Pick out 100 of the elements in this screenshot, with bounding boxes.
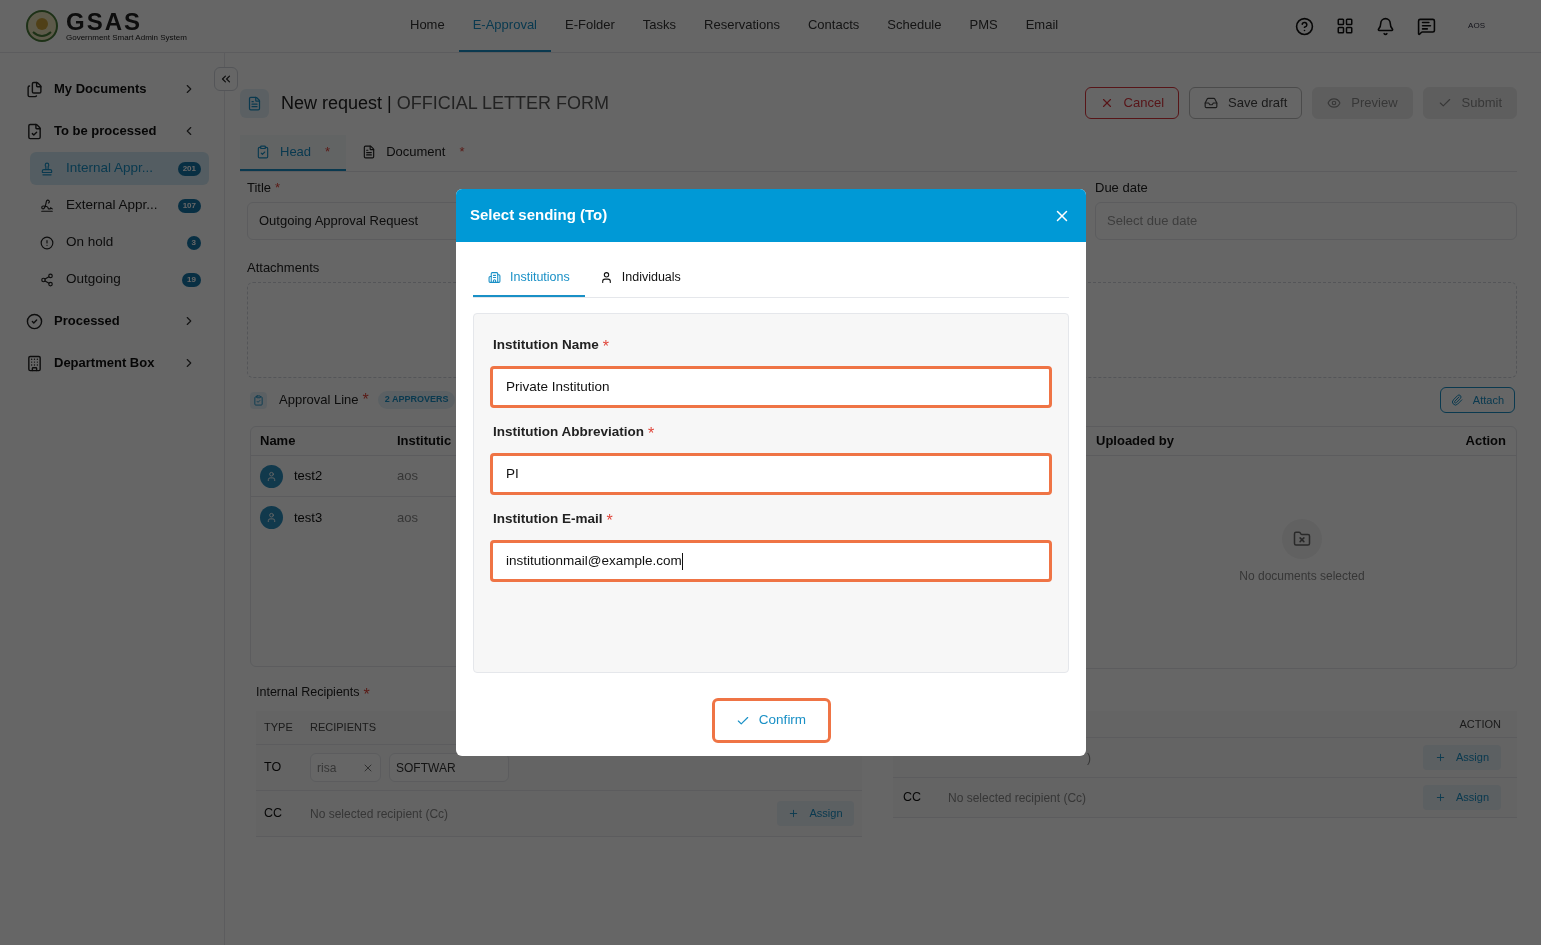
count-badge: 107 [177,198,201,213]
section-label: Attachments [247,258,320,277]
approvers-badge: 2 APPROVERS [377,391,456,409]
building-icon [488,271,501,284]
inbox-icon [1204,96,1218,110]
notification-icon[interactable] [1376,16,1396,36]
attach-button[interactable]: Attach [1439,387,1515,413]
text-input[interactable]: institutionmail@example.com [490,540,1052,582]
assign-button[interactable]: Assign [777,801,854,826]
avatar-icon [260,464,283,488]
column-header: Name [259,432,297,451]
nav-tab[interactable]: Email [1011,0,1073,52]
field-label: Institution Abbreviation [493,423,644,441]
column-header: Uploaded by [1096,432,1174,451]
document-icon [362,145,377,159]
plus-icon [788,808,800,819]
text-input[interactable]: Private Institution [490,366,1052,408]
empty-folder-icon [1282,519,1322,559]
modal-title: Select sending (To) [470,205,608,226]
required-mark: * [362,390,369,410]
documents-icon [26,80,43,98]
empty-recipient-text: ) [1087,749,1091,767]
nav-tab[interactable]: Reservations [690,0,794,52]
sidebar-item[interactable]: Outgoing 19 [30,263,209,296]
form-tab[interactable]: Head * [240,135,347,171]
column-header: TYPE [264,720,294,736]
help-icon[interactable] [1295,16,1315,36]
eye-icon [1327,96,1342,110]
logo-subtitle: Government Smart Admin System [66,34,187,42]
person-icon [599,271,613,284]
alert-circle-icon [40,235,54,250]
section-label: Approval Line [279,391,359,410]
column-header: RECIPIENTS [310,720,376,736]
cancel-button[interactable]: Cancel [1084,87,1179,119]
field-label: Institution E-mail [493,510,603,528]
table-cell-text: TO [264,759,283,777]
nav-tab[interactable]: Home [396,0,459,52]
column-header: ACTION [1459,716,1501,732]
file-check-icon [26,122,43,140]
double-chevron-left-icon [219,72,233,86]
confirm-button[interactable]: Confirm [711,698,831,743]
draft-button[interactable]: Save draft [1189,87,1303,119]
sidebar-item[interactable]: Internal Appr... 201 [30,152,209,185]
column-header: Institutic [397,432,452,451]
modal-tab[interactable]: Institutions [473,260,585,297]
field-label: Title * [247,179,281,197]
assign-button[interactable]: Assign [1423,745,1501,770]
plus-icon [1435,792,1446,803]
nav-tab[interactable]: Schedule [873,0,956,52]
table-cell-text: CC [264,805,284,823]
modal-tab[interactable]: Individuals [584,260,696,297]
nav-tab[interactable]: E-Folder [551,0,629,52]
form-tab[interactable]: Document * [346,135,481,171]
recipient-chip[interactable]: SOFTWAR [389,753,509,782]
page-subtitle: OFFICIAL LETTER FORM [396,91,610,115]
table-cell-text: CC [903,789,923,807]
check-icon [1437,96,1452,110]
required-mark: * [325,143,331,162]
required-mark: * [275,180,281,195]
plus-icon [1435,752,1446,763]
document-icon [247,95,262,111]
chat-icon[interactable] [1417,16,1437,36]
table-cell-text: test2 [294,467,323,486]
title-separator: | [387,91,392,115]
sidebar-item[interactable]: External Appr... 107 [30,189,209,222]
logo-title: GSAS [66,10,143,34]
sidebar-item[interactable]: On hold 3 [30,226,209,259]
assign-button[interactable]: Assign [1423,785,1501,810]
count-badge: 3 [186,235,201,250]
count-badge: 19 [182,272,201,287]
field-label: Due date [1095,179,1148,197]
nav-tab[interactable]: PMS [955,0,1012,52]
page-title: New request [281,91,383,115]
building-icon [26,354,43,372]
required-mark: * [648,424,655,444]
apps-grid-icon[interactable] [1336,17,1355,35]
nav-tab[interactable]: Contacts [793,0,874,52]
sidebar-group[interactable]: Department Box [0,342,224,384]
column-header: Action [1465,432,1506,451]
section-label: Internal Recipients [256,684,360,701]
collapse-sidebar-button[interactable] [214,67,238,91]
stamp-icon [40,161,54,176]
count-badge: 201 [177,161,201,176]
emblem-icon [26,10,58,42]
nav-tab[interactable]: Tasks [628,0,691,52]
share-icon [40,272,54,287]
field-label: Institution Name [493,336,599,354]
signature-icon [40,198,54,213]
avatar-icon [260,506,283,529]
clipboard-check-icon [256,145,270,159]
required-mark: * [602,337,609,357]
check-circle-icon [26,312,43,330]
required-mark: * [363,685,370,705]
text-input[interactable]: PI [490,453,1052,495]
required-mark: * [606,511,613,531]
paperclip-icon [1450,394,1463,406]
sidebar-group[interactable]: Processed [0,300,224,342]
user-badge[interactable]: AOS [1468,20,1485,32]
required-mark: * [459,143,465,162]
sidebar-group[interactable]: To be processed [0,110,224,152]
